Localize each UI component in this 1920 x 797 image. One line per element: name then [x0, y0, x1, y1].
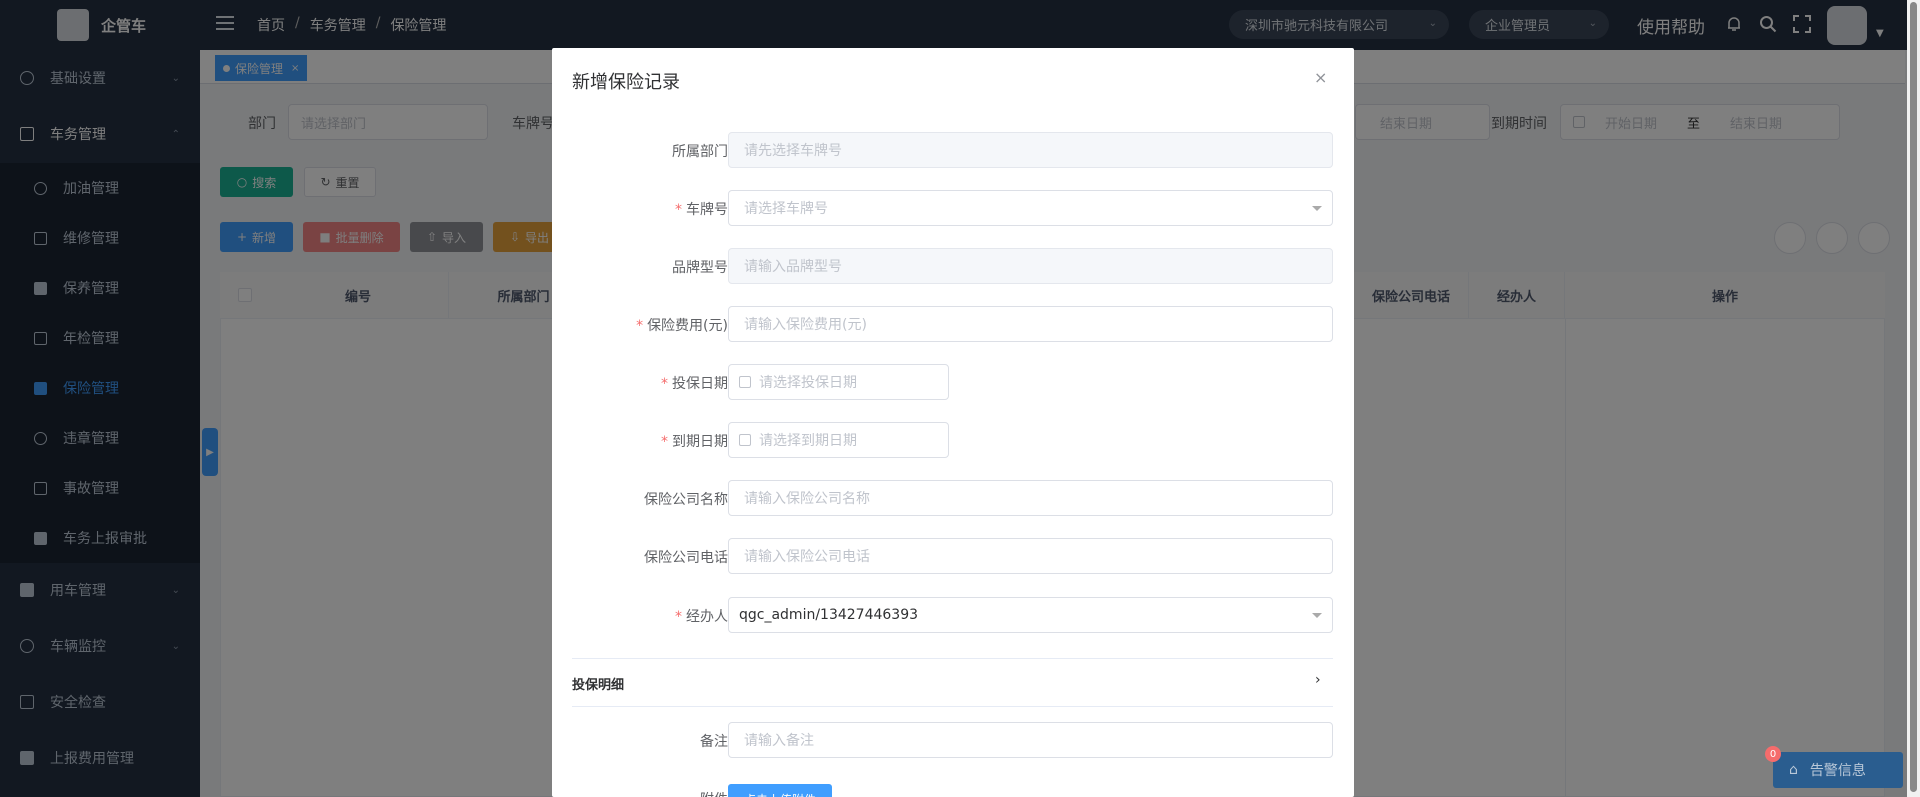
- company-name-placeholder: 请输入保险公司名称: [744, 491, 870, 507]
- handler-value: qgc_admin/13427446393: [739, 607, 919, 623]
- page-scrollbar[interactable]: [1907, 0, 1920, 797]
- model-label-text: 品牌型号: [672, 260, 728, 276]
- company-phone-input[interactable]: 请输入保险公司电话: [728, 538, 1333, 574]
- insurance-details-title[interactable]: 投保明细: [572, 674, 624, 693]
- required-mark: *: [675, 202, 682, 218]
- remark-label-text: 备注: [700, 734, 728, 750]
- company-phone-label-text: 保险公司电话: [644, 550, 728, 566]
- dept-label-text: 所属部门: [672, 144, 728, 160]
- required-mark: *: [661, 434, 668, 450]
- plate-placeholder: 请选择车牌号: [744, 201, 828, 217]
- insure-date-placeholder: 请选择投保日期: [759, 375, 857, 391]
- remark-input[interactable]: 请输入备注: [728, 722, 1333, 758]
- section-divider: [572, 706, 1333, 707]
- scrollbar-thumb[interactable]: [1910, 2, 1917, 792]
- insure-date-label: * 投保日期: [661, 373, 728, 393]
- add-insurance-dialog: 新增保险记录 × 所属部门 请先选择车牌号 * 车牌号 请选择车牌号 品牌型号 请…: [552, 48, 1354, 797]
- bank-icon: ⌂: [1789, 762, 1798, 778]
- expire-date-label-text: 到期日期: [672, 434, 728, 450]
- insure-date-label-text: 投保日期: [672, 376, 728, 392]
- remark-label: 备注: [700, 731, 728, 751]
- company-name-label-text: 保险公司名称: [644, 492, 728, 508]
- dept-placeholder: 请先选择车牌号: [744, 143, 842, 159]
- insure-date-picker[interactable]: 请选择投保日期: [728, 364, 949, 400]
- attachment-label: 附件: [700, 789, 728, 797]
- model-placeholder: 请输入品牌型号: [744, 259, 842, 275]
- remark-placeholder: 请输入备注: [744, 733, 814, 749]
- required-mark: *: [661, 376, 668, 392]
- required-mark: *: [636, 318, 644, 334]
- fee-placeholder: 请输入保险费用(元): [744, 317, 867, 333]
- calendar-icon: [739, 434, 751, 446]
- dept-label: 所属部门: [672, 141, 728, 161]
- company-name-input[interactable]: 请输入保险公司名称: [728, 480, 1333, 516]
- fee-label-text: 保险费用(元): [647, 318, 728, 334]
- chevron-right-icon[interactable]: ›: [1315, 672, 1321, 688]
- section-divider: [572, 658, 1333, 659]
- fee-input[interactable]: 请输入保险费用(元): [728, 306, 1333, 342]
- fee-label: * 保险费用(元): [636, 315, 728, 335]
- company-phone-label: 保险公司电话: [644, 547, 728, 567]
- required-mark: *: [675, 609, 682, 625]
- model-field: 请输入品牌型号: [728, 248, 1333, 284]
- close-icon[interactable]: ×: [1314, 68, 1327, 87]
- handler-label: * 经办人: [675, 606, 728, 626]
- plate-select[interactable]: 请选择车牌号: [728, 190, 1333, 226]
- handler-label-text: 经办人: [686, 609, 728, 625]
- alert-info-button[interactable]: ⌂ 告警信息: [1773, 752, 1903, 788]
- handler-select[interactable]: qgc_admin/13427446393: [728, 597, 1333, 633]
- company-phone-placeholder: 请输入保险公司电话: [744, 549, 870, 565]
- upload-attachment-button[interactable]: 点击上传附件: [728, 784, 832, 797]
- caret-down-icon: [1312, 613, 1322, 618]
- expire-date-label: * 到期日期: [661, 431, 728, 451]
- company-name-label: 保险公司名称: [644, 489, 728, 509]
- plate-label-text: 车牌号: [686, 202, 728, 218]
- caret-down-icon: [1312, 206, 1322, 211]
- plate-label: * 车牌号: [675, 199, 728, 219]
- expire-date-placeholder: 请选择到期日期: [759, 433, 857, 449]
- dept-field: 请先选择车牌号: [728, 132, 1333, 168]
- model-label: 品牌型号: [672, 257, 728, 277]
- attachment-label-text: 附件: [700, 792, 728, 797]
- calendar-icon: [739, 376, 751, 388]
- alert-count-badge: 0: [1765, 746, 1781, 762]
- alert-label: 告警信息: [1809, 763, 1866, 779]
- dialog-title: 新增保险记录: [572, 72, 680, 93]
- expire-date-picker[interactable]: 请选择到期日期: [728, 422, 949, 458]
